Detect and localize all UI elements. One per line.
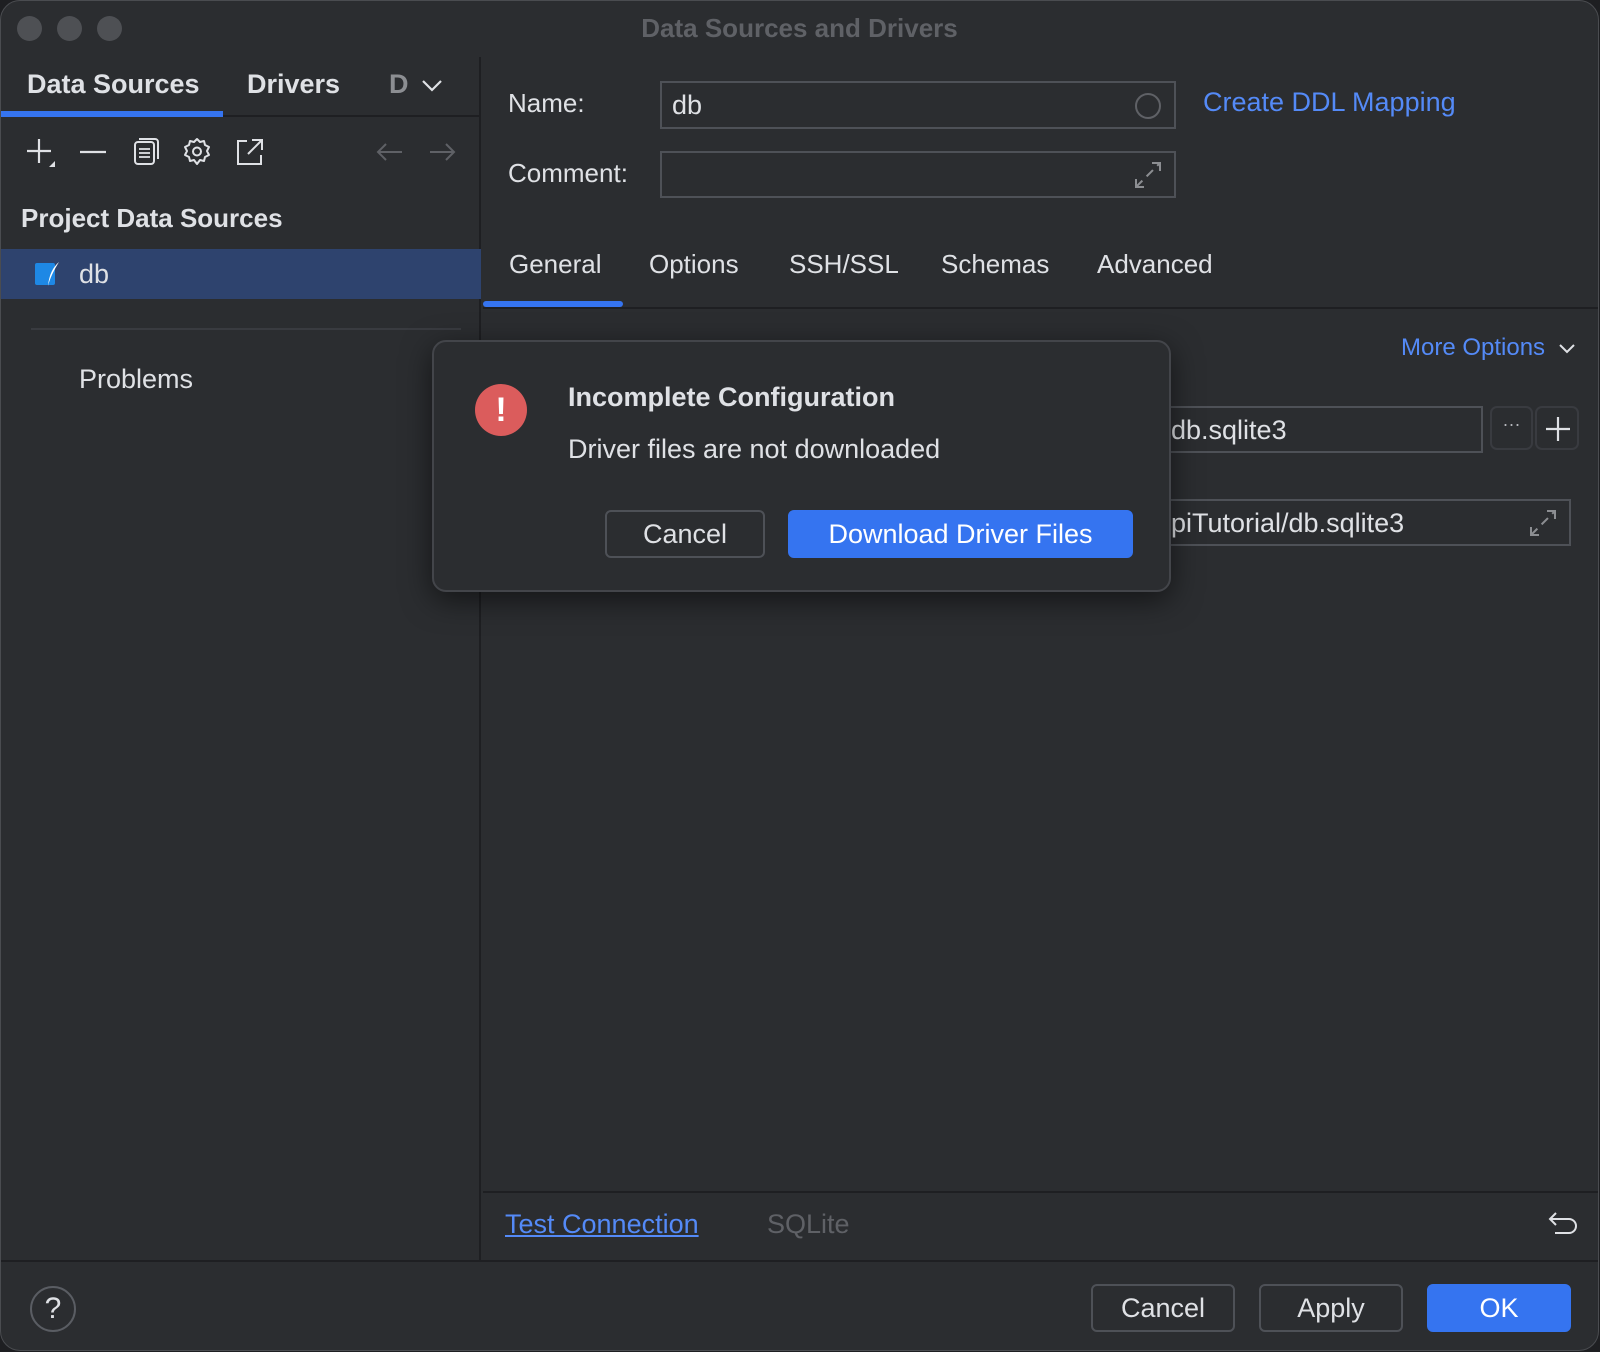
create-ddl-mapping-link[interactable]: Create DDL Mapping (1203, 87, 1456, 118)
tab-data-sources[interactable]: Data Sources (27, 69, 200, 100)
settings-icon[interactable] (182, 137, 212, 167)
driver-name-label: SQLite (767, 1209, 850, 1239)
tab-general[interactable]: General (509, 249, 602, 280)
apply-button[interactable]: Apply (1259, 1284, 1403, 1332)
add-icon[interactable] (25, 137, 55, 167)
more-options-link[interactable]: More Options (1401, 334, 1576, 362)
comment-label: Comment: (508, 158, 628, 188)
incomplete-configuration-dialog: ! Incomplete Configuration Driver files … (432, 340, 1171, 592)
right-panel: Name: db Create DDL Mapping Comment: Gen… (483, 57, 1598, 1260)
name-input[interactable]: db (660, 81, 1176, 129)
name-value: db (672, 90, 703, 120)
tab-drivers[interactable]: Drivers (247, 69, 340, 100)
chevron-down-icon (1559, 344, 1575, 354)
comment-input[interactable] (660, 151, 1176, 198)
add-file-button[interactable] (1535, 406, 1579, 450)
project-data-sources-heading: Project Data Sources (21, 203, 283, 233)
color-picker-icon[interactable] (1134, 92, 1162, 120)
ellipsis-icon: ··· (1502, 414, 1521, 434)
duplicate-icon[interactable] (131, 137, 161, 167)
export-icon[interactable] (235, 137, 265, 167)
divider (31, 328, 461, 330)
more-options-label: More Options (1401, 334, 1546, 361)
revert-icon[interactable] (1547, 1207, 1581, 1241)
error-icon: ! (475, 384, 527, 436)
browse-file-button[interactable]: ··· (1490, 406, 1533, 450)
dialog-title: Incomplete Configuration (568, 382, 895, 412)
sqlite-icon (35, 262, 59, 286)
remove-icon[interactable] (78, 137, 108, 167)
data-source-item-db[interactable]: db (1, 249, 481, 299)
tab-options[interactable]: Options (649, 249, 739, 280)
url-value: piTutorial/db.sqlite3 (1171, 508, 1405, 538)
expand-icon[interactable] (1132, 159, 1164, 191)
forward-arrow-icon[interactable] (427, 137, 457, 167)
name-label: Name: (508, 88, 585, 118)
expand-icon[interactable] (1527, 507, 1559, 539)
left-panel: Data Sources Drivers D Project Data Sour… (1, 57, 481, 1260)
left-toolbar (1, 129, 481, 175)
connection-tabs: General Options SSH/SSL Schemas Advanced (483, 239, 1598, 309)
ok-button[interactable]: OK (1427, 1284, 1571, 1332)
tab-schemas[interactable]: Schemas (941, 249, 1049, 280)
tab-advanced[interactable]: Advanced (1097, 249, 1213, 280)
data-sources-window: Data Sources and Drivers Data Sources Dr… (0, 0, 1599, 1351)
file-path-value: db.sqlite3 (1171, 415, 1287, 445)
dialog-message: Driver files are not downloaded (568, 434, 941, 464)
dialog-footer: ? Cancel Apply OK (1, 1260, 1598, 1350)
back-arrow-icon[interactable] (375, 137, 405, 167)
dialog-cancel-button[interactable]: Cancel (605, 510, 765, 558)
active-tab-indicator (1, 111, 223, 117)
title-bar: Data Sources and Drivers (1, 1, 1598, 57)
tab-ssh-ssl[interactable]: SSH/SSL (789, 249, 899, 280)
left-tabs: Data Sources Drivers D (1, 57, 481, 117)
problems-item[interactable]: Problems (79, 364, 193, 395)
help-button[interactable]: ? (30, 1286, 76, 1332)
cancel-button[interactable]: Cancel (1091, 1284, 1235, 1332)
download-driver-files-button[interactable]: Download Driver Files (788, 510, 1133, 558)
test-connection-link[interactable]: Test Connection (505, 1209, 699, 1240)
chevron-down-icon[interactable] (421, 79, 443, 93)
data-source-label: db (79, 259, 110, 289)
window-title: Data Sources and Drivers (641, 13, 958, 43)
plus-icon (1546, 417, 1570, 441)
tab-overflow[interactable]: D (389, 69, 409, 100)
active-tab-indicator (483, 301, 623, 307)
divider (483, 1191, 1598, 1193)
